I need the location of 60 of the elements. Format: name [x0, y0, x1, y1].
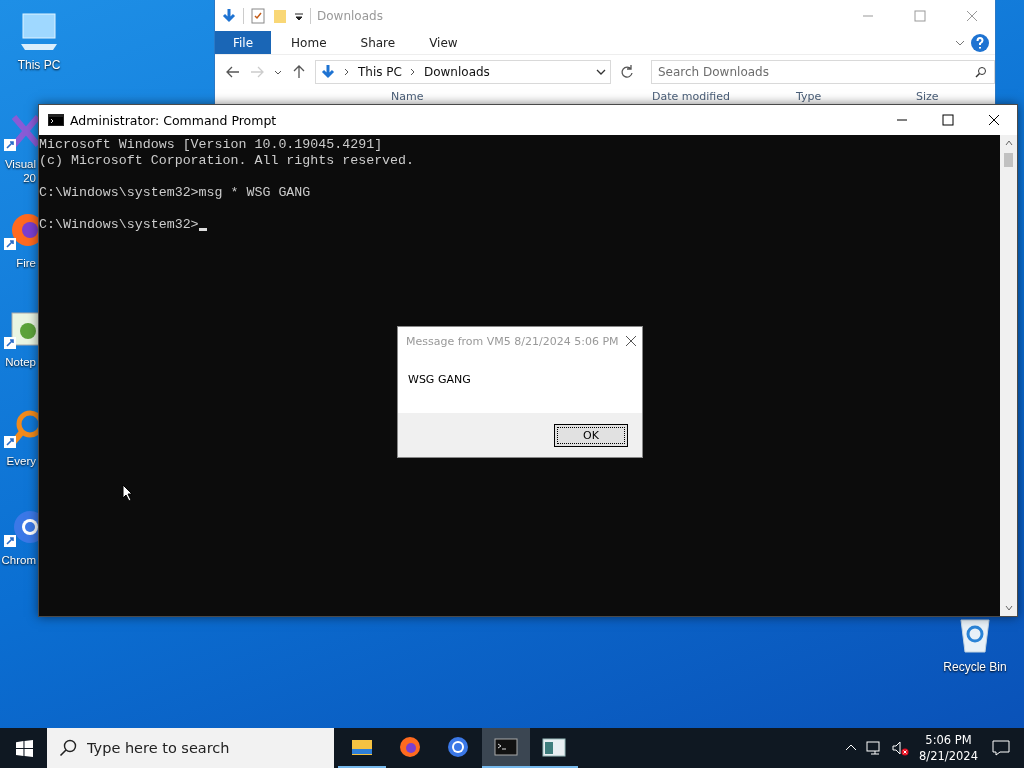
ribbon-tab[interactable]: View: [415, 31, 472, 54]
column-header[interactable]: Name: [391, 90, 424, 103]
scrollbar-thumb[interactable]: [1004, 153, 1013, 167]
up-arrow-icon[interactable]: [291, 64, 307, 80]
terminal-icon: [48, 114, 64, 126]
notification-icon[interactable]: [992, 739, 1010, 757]
address-bar[interactable]: This PC Downloads: [315, 60, 611, 84]
desktop-icon-label[interactable]: Notep: [0, 355, 36, 369]
text-cursor: [198, 228, 207, 231]
column-header[interactable]: Type: [796, 90, 822, 103]
scrollbar[interactable]: [1000, 135, 1017, 616]
app-window-icon: [542, 735, 566, 759]
chevron-down-icon[interactable]: [596, 67, 606, 77]
search-field[interactable]: Search Downloads: [651, 60, 995, 84]
console-line: C:\Windows\system32>: [39, 217, 199, 233]
window-title: Administrator: Command Prompt: [70, 112, 277, 128]
mouse-pointer-icon: [122, 484, 134, 502]
desktop-icon-label[interactable]: Fire: [0, 256, 36, 270]
window-title: Downloads: [317, 8, 383, 23]
back-arrow-icon[interactable]: [225, 64, 241, 80]
chevron-right-icon: [343, 68, 351, 76]
desktop-icon-label[interactable]: This PC: [17, 58, 61, 72]
desktop-icon-label[interactable]: Recycle Bin: [943, 660, 1007, 674]
download-arrow-icon[interactable]: [221, 7, 237, 24]
console-line: (c) Microsoft Corporation. All rights reserved.: [39, 153, 415, 169]
ribbon-tab[interactable]: File: [215, 31, 272, 54]
fox-globe-icon: [398, 735, 422, 759]
breadcrumb-item[interactable]: This PC: [358, 65, 402, 79]
taskbar-app-button[interactable]: [482, 728, 530, 768]
dialog-title: Message from VM5 8/21/2024 5:06 PM: [406, 334, 619, 348]
desktop-icon-label[interactable]: Visual 20: [0, 157, 36, 185]
scroll-down-icon[interactable]: [1004, 604, 1013, 612]
volume-muted-icon[interactable]: [891, 739, 910, 757]
chevron-right-icon: [408, 68, 417, 76]
search-icon[interactable]: [975, 66, 987, 78]
dropdown-icon[interactable]: [294, 10, 304, 21]
close-icon[interactable]: [624, 335, 637, 347]
column-header[interactable]: Size: [916, 90, 939, 103]
breadcrumb-item[interactable]: Downloads: [423, 65, 490, 79]
ribbon-tab[interactable]: Share: [346, 31, 410, 54]
terminal-icon: [494, 735, 518, 759]
column-header[interactable]: Date modified: [652, 90, 730, 103]
download-arrow-icon: [320, 64, 336, 80]
scroll-up-icon[interactable]: [1004, 139, 1013, 147]
help-icon[interactable]: [971, 33, 989, 52]
ribbon-tab[interactable]: Home: [277, 31, 341, 54]
checkbox-icon[interactable]: [250, 7, 266, 24]
ok-button[interactable]: OK: [554, 423, 628, 447]
clock-date[interactable]: 8/21/2024: [919, 748, 978, 764]
search-field[interactable]: Type here to search: [47, 728, 334, 768]
desktop-icon-label[interactable]: Every: [0, 454, 36, 468]
dialog-message: WSG GANG: [408, 373, 471, 386]
console-line: Microsoft Windows [Version 10.0.19045.4291]: [39, 137, 383, 153]
console-line: C:\Windows\system32>msg * WSG GANG: [39, 185, 311, 201]
search-icon: [59, 739, 77, 757]
windows-logo-icon[interactable]: [16, 739, 33, 757]
clock-time[interactable]: 5:06 PM: [925, 732, 972, 748]
desktop-icon-label[interactable]: Chrom: [0, 553, 36, 567]
refresh-icon[interactable]: [619, 64, 635, 80]
browser-ring-icon: [446, 735, 470, 759]
